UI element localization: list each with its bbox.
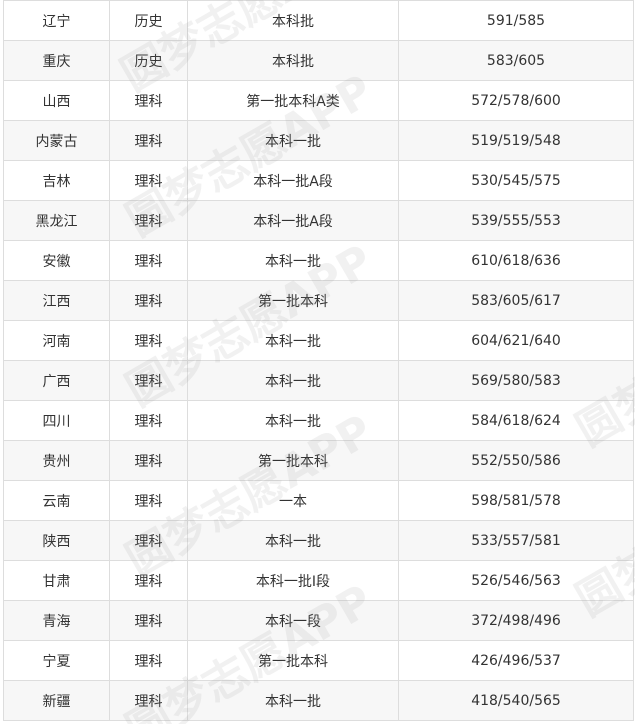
table-row: 广西 理科 本科一批 569/580/583 <box>3 360 634 401</box>
batch-cell: 本科一段 <box>187 600 399 641</box>
province-cell: 新疆 <box>3 680 110 721</box>
province-cell: 广西 <box>3 360 110 401</box>
subject-cell: 理科 <box>109 240 188 281</box>
province-cell: 贵州 <box>3 440 110 481</box>
province-cell: 甘肃 <box>3 560 110 601</box>
subject-cell: 理科 <box>109 640 188 681</box>
province-cell: 重庆 <box>3 40 110 81</box>
table-row: 青海 理科 本科一段 372/498/496 <box>3 600 634 641</box>
table-row: 河南 理科 本科一批 604/621/640 <box>3 320 634 361</box>
subject-cell: 理科 <box>109 200 188 241</box>
scores-cell: 533/557/581 <box>398 520 634 561</box>
subject-cell: 理科 <box>109 600 188 641</box>
province-cell: 四川 <box>3 400 110 441</box>
province-cell: 陕西 <box>3 520 110 561</box>
table-row: 贵州 理科 第一批本科 552/550/586 <box>3 440 634 481</box>
table-row: 黑龙江 理科 本科一批A段 539/555/553 <box>3 200 634 241</box>
table-row: 宁夏 理科 第一批本科 426/496/537 <box>3 640 634 681</box>
batch-cell: 第一批本科 <box>187 280 399 321</box>
scores-cell: 598/581/578 <box>398 480 634 521</box>
province-cell: 青海 <box>3 600 110 641</box>
scores-cell: 572/578/600 <box>398 80 634 121</box>
batch-cell: 本科一批 <box>187 360 399 401</box>
table-row: 甘肃 理科 本科一批Ⅰ段 526/546/563 <box>3 560 634 601</box>
scores-cell: 372/498/496 <box>398 600 634 641</box>
subject-cell: 理科 <box>109 360 188 401</box>
scores-cell: 526/546/563 <box>398 560 634 601</box>
table-row: 重庆 历史 本科批 583/605 <box>3 40 634 81</box>
table-row: 内蒙古 理科 本科一批 519/519/548 <box>3 120 634 161</box>
table-row: 吉林 理科 本科一批A段 530/545/575 <box>3 160 634 201</box>
table-row: 云南 理科 一本 598/581/578 <box>3 480 634 521</box>
batch-cell: 本科一批A段 <box>187 200 399 241</box>
province-cell: 黑龙江 <box>3 200 110 241</box>
province-cell: 吉林 <box>3 160 110 201</box>
subject-cell: 理科 <box>109 480 188 521</box>
table-row: 江西 理科 第一批本科 583/605/617 <box>3 280 634 321</box>
batch-cell: 本科一批Ⅰ段 <box>187 560 399 601</box>
scores-cell: 539/555/553 <box>398 200 634 241</box>
batch-cell: 本科一批 <box>187 680 399 721</box>
table-row: 辽宁 历史 本科批 591/585 <box>3 0 634 41</box>
scores-cell: 591/585 <box>398 0 634 41</box>
subject-cell: 理科 <box>109 520 188 561</box>
table-row: 新疆 理科 本科一批 418/540/565 <box>3 680 634 721</box>
subject-cell: 理科 <box>109 440 188 481</box>
scores-cell: 418/540/565 <box>398 680 634 721</box>
subject-cell: 理科 <box>109 320 188 361</box>
province-cell: 云南 <box>3 480 110 521</box>
scores-cell: 610/618/636 <box>398 240 634 281</box>
batch-cell: 一本 <box>187 480 399 521</box>
province-cell: 安徽 <box>3 240 110 281</box>
province-cell: 江西 <box>3 280 110 321</box>
batch-cell: 本科一批 <box>187 520 399 561</box>
batch-cell: 第一批本科 <box>187 440 399 481</box>
batch-cell: 本科一批 <box>187 320 399 361</box>
table-row: 陕西 理科 本科一批 533/557/581 <box>3 520 634 561</box>
subject-cell: 理科 <box>109 560 188 601</box>
batch-cell: 第一批本科A类 <box>187 80 399 121</box>
scores-cell: 519/519/548 <box>398 120 634 161</box>
scores-table: 辽宁 历史 本科批 591/585 重庆 历史 本科批 583/605 山西 理科 第一批本科A类 5… <box>3 0 634 721</box>
table-row: 山西 理科 第一批本科A类 572/578/600 <box>3 80 634 121</box>
batch-cell: 本科批 <box>187 0 399 41</box>
scores-cell: 584/618/624 <box>398 400 634 441</box>
batch-cell: 第一批本科 <box>187 640 399 681</box>
province-cell: 宁夏 <box>3 640 110 681</box>
subject-cell: 理科 <box>109 400 188 441</box>
batch-cell: 本科一批 <box>187 240 399 281</box>
batch-cell: 本科一批A段 <box>187 160 399 201</box>
province-cell: 山西 <box>3 80 110 121</box>
province-cell: 辽宁 <box>3 0 110 41</box>
table-row: 四川 理科 本科一批 584/618/624 <box>3 400 634 441</box>
subject-cell: 历史 <box>109 40 188 81</box>
subject-cell: 理科 <box>109 680 188 721</box>
scores-cell: 583/605/617 <box>398 280 634 321</box>
table-row: 安徽 理科 本科一批 610/618/636 <box>3 240 634 281</box>
scores-cell: 569/580/583 <box>398 360 634 401</box>
subject-cell: 理科 <box>109 120 188 161</box>
province-cell: 内蒙古 <box>3 120 110 161</box>
subject-cell: 历史 <box>109 0 188 41</box>
scores-cell: 552/550/586 <box>398 440 634 481</box>
scores-cell: 530/545/575 <box>398 160 634 201</box>
scores-table-body: 辽宁 历史 本科批 591/585 重庆 历史 本科批 583/605 山西 理科 第一批本科A类 5… <box>3 0 634 721</box>
batch-cell: 本科一批 <box>187 120 399 161</box>
subject-cell: 理科 <box>109 80 188 121</box>
scores-cell: 426/496/537 <box>398 640 634 681</box>
scores-cell: 583/605 <box>398 40 634 81</box>
province-cell: 河南 <box>3 320 110 361</box>
batch-cell: 本科一批 <box>187 400 399 441</box>
subject-cell: 理科 <box>109 280 188 321</box>
subject-cell: 理科 <box>109 160 188 201</box>
batch-cell: 本科批 <box>187 40 399 81</box>
scores-cell: 604/621/640 <box>398 320 634 361</box>
